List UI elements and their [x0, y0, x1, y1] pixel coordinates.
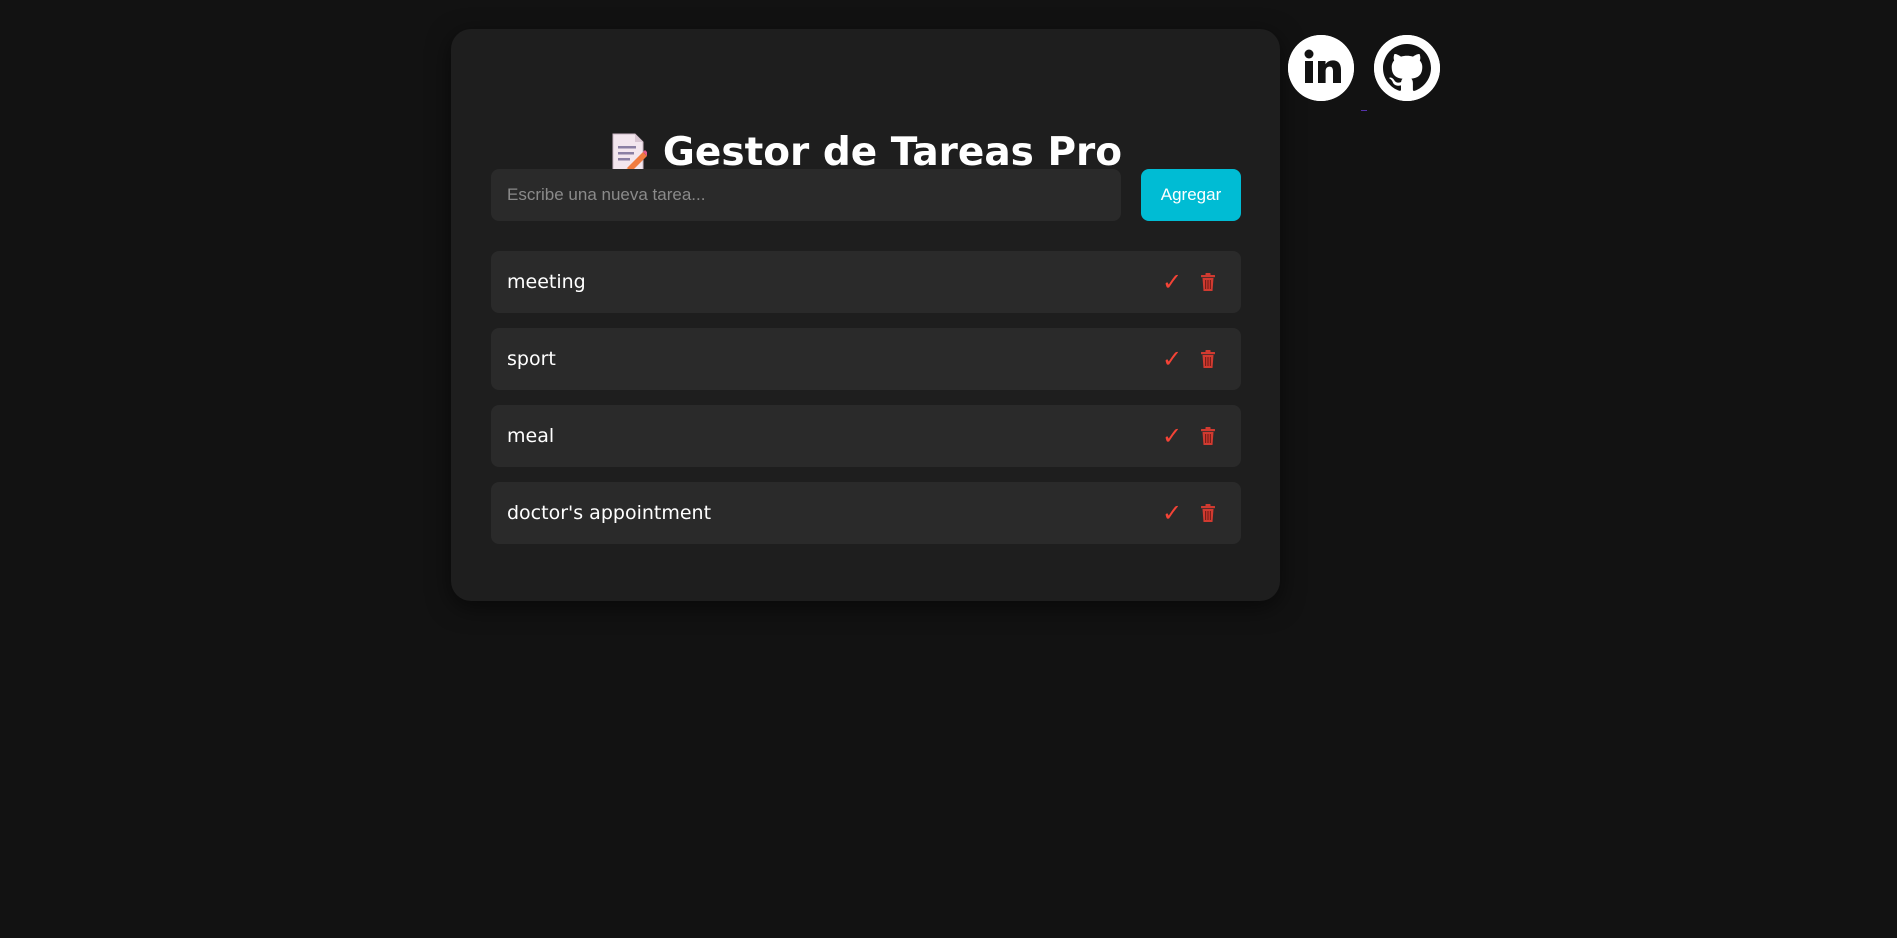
new-task-form: Agregar [491, 169, 1241, 221]
task-list: meeting ✓ sport ✓ meal ✓ doctor's appoin… [491, 251, 1241, 559]
page: Gestor de Tareas Pro Agregar meeting ✓ [0, 0, 1897, 938]
memo-icon [609, 132, 649, 174]
add-task-button[interactable]: Agregar [1141, 169, 1241, 221]
checkmark-icon: ✓ [1161, 422, 1183, 450]
task-actions: ✓ [1161, 345, 1217, 373]
task-text: doctor's appointment [507, 502, 712, 524]
task-actions: ✓ [1161, 268, 1217, 296]
trash-icon [1201, 350, 1215, 368]
checkmark-icon: ✓ [1161, 268, 1183, 296]
task-item: sport ✓ [491, 328, 1241, 390]
checkmark-icon: ✓ [1161, 499, 1183, 527]
task-actions: ✓ [1161, 422, 1217, 450]
complete-task-button[interactable]: ✓ [1161, 268, 1183, 296]
trash-icon [1201, 427, 1215, 445]
complete-task-button[interactable]: ✓ [1161, 422, 1183, 450]
link-underline [1361, 110, 1367, 111]
task-item: meal ✓ [491, 405, 1241, 467]
linkedin-icon [1288, 35, 1354, 101]
task-manager-card: Gestor de Tareas Pro Agregar meeting ✓ [451, 29, 1280, 601]
delete-task-button[interactable] [1199, 271, 1217, 293]
complete-task-button[interactable]: ✓ [1161, 345, 1183, 373]
linkedin-link[interactable] [1288, 35, 1354, 101]
delete-task-button[interactable] [1199, 425, 1217, 447]
github-icon [1374, 35, 1440, 101]
task-text: meeting [507, 271, 586, 293]
trash-icon [1201, 273, 1215, 291]
new-task-input[interactable] [491, 169, 1121, 221]
task-actions: ✓ [1161, 499, 1217, 527]
task-text: meal [507, 425, 555, 447]
delete-task-button[interactable] [1199, 348, 1217, 370]
social-links [1288, 35, 1440, 101]
task-item: meeting ✓ [491, 251, 1241, 313]
task-text: sport [507, 348, 556, 370]
trash-icon [1201, 504, 1215, 522]
checkmark-icon: ✓ [1161, 345, 1183, 373]
complete-task-button[interactable]: ✓ [1161, 499, 1183, 527]
delete-task-button[interactable] [1199, 502, 1217, 524]
task-item: doctor's appointment ✓ [491, 482, 1241, 544]
github-link[interactable] [1374, 35, 1440, 101]
